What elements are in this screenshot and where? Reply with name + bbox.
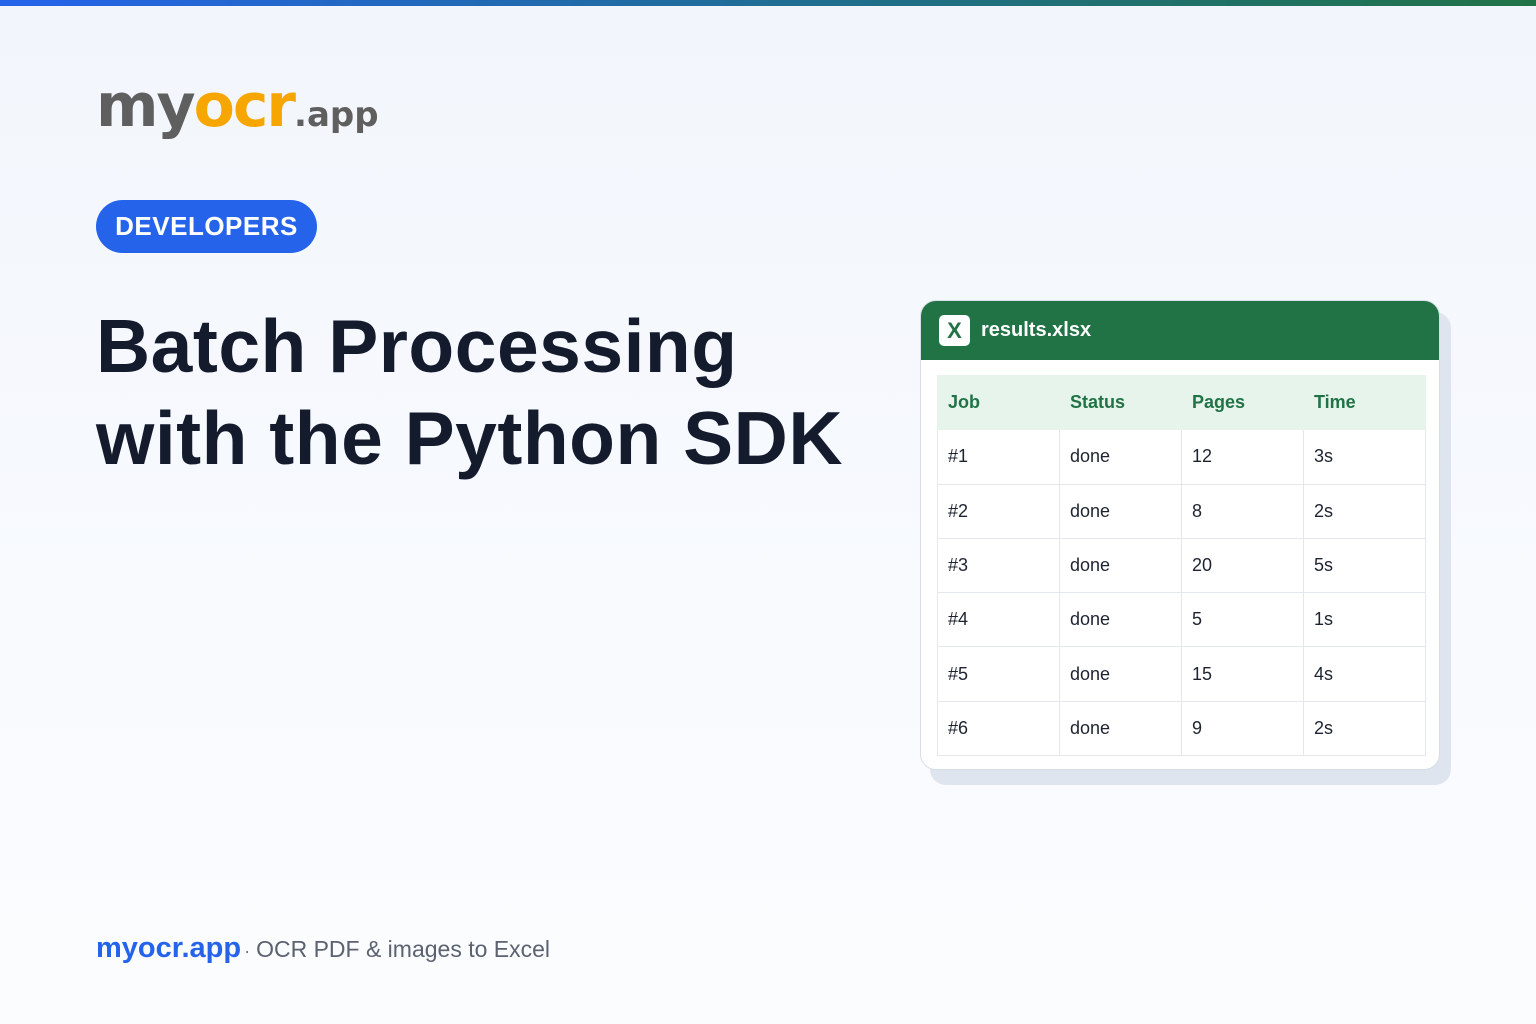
cell-time: 5s bbox=[1303, 537, 1426, 594]
page: myocr.app DEVELOPERS Batch Processing wi… bbox=[0, 0, 1536, 1024]
cell-status: done bbox=[1059, 537, 1182, 594]
table-row: #5 done 15 4s bbox=[937, 646, 1426, 702]
cell-status: done bbox=[1059, 429, 1182, 485]
cell-pages: 8 bbox=[1181, 483, 1304, 539]
cell-pages: 9 bbox=[1181, 700, 1304, 757]
cell-pages: 20 bbox=[1181, 537, 1304, 594]
cell-status: done bbox=[1059, 700, 1182, 757]
excel-icon: X bbox=[939, 315, 970, 346]
spreadsheet-header: X results.xlsx bbox=[921, 301, 1439, 360]
footer-brand-link[interactable]: myocr.app bbox=[96, 932, 241, 965]
spreadsheet-card: X results.xlsx Job Status Pages Time #1 … bbox=[920, 300, 1440, 770]
title-line-1: Batch Processing bbox=[96, 304, 738, 388]
cell-time: 2s bbox=[1303, 700, 1426, 757]
cell-pages: 5 bbox=[1181, 592, 1304, 648]
table-row: #2 done 8 2s bbox=[937, 483, 1426, 539]
table-row: #4 done 5 1s bbox=[937, 592, 1426, 648]
logo-part-ocr: ocr bbox=[193, 71, 296, 141]
cell-time: 3s bbox=[1303, 429, 1426, 485]
logo-part-my: my bbox=[96, 71, 196, 141]
cell-status: done bbox=[1059, 483, 1182, 539]
cell-status: done bbox=[1059, 592, 1182, 648]
logo-part-app: .app bbox=[294, 95, 379, 135]
cell-status: done bbox=[1059, 646, 1182, 702]
footer: myocr.app · OCR PDF & images to Excel bbox=[96, 932, 550, 965]
top-accent-bar bbox=[0, 0, 1536, 6]
cell-job: #4 bbox=[937, 592, 1060, 648]
footer-separator: · bbox=[244, 941, 251, 961]
column-header-status: Status bbox=[1059, 374, 1182, 431]
table-row: #1 done 12 3s bbox=[937, 429, 1426, 485]
category-badge: DEVELOPERS bbox=[96, 200, 317, 253]
brand-logo[interactable]: myocr.app bbox=[96, 76, 379, 136]
table-header-row: Job Status Pages Time bbox=[937, 374, 1426, 431]
cell-job: #5 bbox=[937, 646, 1060, 702]
cell-time: 2s bbox=[1303, 483, 1426, 539]
column-header-job: Job bbox=[937, 374, 1060, 431]
cell-job: #2 bbox=[937, 483, 1060, 539]
table-row: #6 done 9 2s bbox=[937, 700, 1426, 757]
cell-job: #6 bbox=[937, 700, 1060, 757]
table-row: #3 done 20 5s bbox=[937, 537, 1426, 594]
column-header-pages: Pages bbox=[1181, 374, 1304, 431]
title-line-2: with the Python SDK bbox=[96, 396, 843, 480]
page-title: Batch Processing with the Python SDK bbox=[96, 300, 896, 484]
cell-time: 4s bbox=[1303, 646, 1426, 702]
cell-job: #1 bbox=[937, 429, 1060, 485]
footer-tagline: OCR PDF & images to Excel bbox=[256, 936, 551, 962]
cell-time: 1s bbox=[1303, 592, 1426, 648]
cell-pages: 12 bbox=[1181, 429, 1304, 485]
file-name: results.xlsx bbox=[981, 319, 1092, 341]
results-table: Job Status Pages Time #1 done 12 3s #2 d… bbox=[937, 374, 1426, 757]
column-header-time: Time bbox=[1303, 374, 1426, 431]
cell-job: #3 bbox=[937, 537, 1060, 594]
cell-pages: 15 bbox=[1181, 646, 1304, 702]
